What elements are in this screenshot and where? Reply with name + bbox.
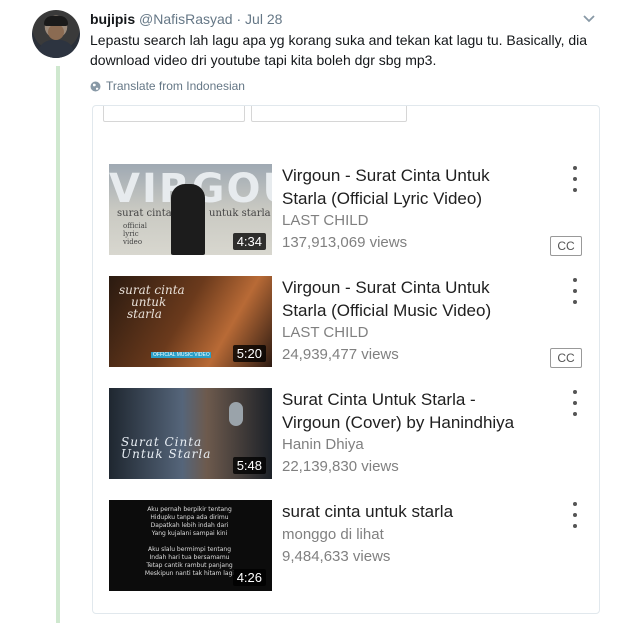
tweet-date[interactable]: Jul 28: [245, 11, 282, 27]
video-title[interactable]: Virgoun - Surat Cinta Untuk Starla (Offi…: [282, 276, 532, 322]
thumb-text-line: Aku slalu bermimpi tentang: [147, 546, 232, 553]
video-channel[interactable]: Hanin Dhiya: [282, 436, 364, 453]
thumb-spacer: [117, 538, 262, 546]
top-button-1: [103, 106, 245, 122]
cc-badge: CC: [550, 236, 582, 256]
video-channel[interactable]: LAST CHILD: [282, 212, 368, 229]
display-name[interactable]: bujipis: [90, 11, 135, 27]
avatar-cap: [44, 16, 68, 26]
avatar-shirt: [38, 40, 74, 58]
user-handle[interactable]: @NafisRasyad: [139, 11, 233, 27]
video-views: 24,939,477 views: [282, 346, 399, 363]
translate-label: Translate from Indonesian: [106, 79, 245, 93]
thumb-text-line: Indah hari tua bersamamu: [149, 554, 230, 561]
user-avatar[interactable]: [32, 10, 80, 58]
globe-icon: [90, 81, 101, 91]
chevron-down-icon[interactable]: [582, 12, 596, 26]
video-duration: 4:34: [232, 233, 266, 250]
tweet-text: Lepastu search lah lagu apa yg korang su…: [90, 32, 588, 68]
tweet-header: bujipis @NafisRasyad · Jul 28: [90, 10, 282, 28]
thumb-text: Surat Cinta Untuk Starla: [121, 436, 211, 460]
thumb-person: [171, 184, 205, 255]
video-result-1[interactable]: VIRGOUN surat cinta untuk starla officia…: [109, 164, 589, 256]
video-channel[interactable]: LAST CHILD: [282, 324, 368, 341]
video-views: 9,484,633 views: [282, 548, 391, 565]
more-vertical-icon[interactable]: [571, 502, 579, 528]
video-views: 137,913,069 views: [282, 234, 408, 251]
thumb-text-line: Yang kujalani sampai kini: [151, 530, 228, 537]
video-views: 22,139,830 views: [282, 458, 399, 475]
video-result-2[interactable]: surat cinta untuk starla OFFICIAL MUSIC …: [109, 276, 589, 368]
thumb-microphone: [229, 402, 243, 426]
embedded-screenshot: VIRGOUN surat cinta untuk starla officia…: [92, 105, 600, 614]
thumb-text-line: Aku pernah berpikir tentang: [147, 506, 232, 513]
video-duration: 5:48: [232, 457, 266, 474]
thumb-text: official lyric video: [123, 222, 147, 246]
video-title[interactable]: surat cinta untuk starla: [282, 500, 532, 523]
header-separator: ·: [236, 11, 242, 27]
video-title[interactable]: Surat Cinta Untuk Starla - Virgoun (Cove…: [282, 388, 532, 434]
video-thumbnail[interactable]: surat cinta untuk starla OFFICIAL MUSIC …: [109, 276, 272, 367]
thumb-text-line: Untuk Starla: [121, 447, 212, 461]
video-result-4[interactable]: Aku pernah berpikir tentang Hidupku tanp…: [109, 500, 589, 592]
thread-line: [56, 66, 60, 623]
video-title[interactable]: Virgoun - Surat Cinta Untuk Starla (Offi…: [282, 164, 532, 210]
cc-badge: CC: [550, 348, 582, 368]
top-button-2: [251, 106, 407, 122]
video-result-3[interactable]: Surat Cinta Untuk Starla 5:48 Surat Cint…: [109, 388, 589, 480]
translate-link[interactable]: Translate from Indonesian: [90, 79, 245, 93]
avatar-face: [48, 24, 64, 40]
thumb-lyrics: Aku pernah berpikir tentang Hidupku tanp…: [117, 506, 262, 578]
thumb-text-line: starla: [127, 307, 162, 321]
thumb-text-line: Hidupku tanpa ada dirimu: [150, 514, 229, 521]
video-thumbnail[interactable]: VIRGOUN surat cinta untuk starla officia…: [109, 164, 272, 255]
thumb-text: untuk starla: [209, 208, 271, 219]
thumb-text: surat cinta: [117, 208, 172, 219]
thumb-text: surat cinta untuk starla: [119, 284, 185, 320]
more-vertical-icon[interactable]: [571, 278, 579, 304]
video-channel[interactable]: monggo di lihat: [282, 526, 384, 543]
thumb-text-line: Dapatkah lebih indah dari: [150, 522, 229, 529]
video-thumbnail[interactable]: Aku pernah berpikir tentang Hidupku tanp…: [109, 500, 272, 591]
more-vertical-icon[interactable]: [571, 166, 579, 192]
video-duration: 4:26: [232, 569, 266, 586]
more-vertical-icon[interactable]: [571, 390, 579, 416]
thumb-text: OFFICIAL MUSIC VIDEO: [153, 352, 210, 358]
video-duration: 5:20: [232, 345, 266, 362]
video-thumbnail[interactable]: Surat Cinta Untuk Starla 5:48: [109, 388, 272, 479]
